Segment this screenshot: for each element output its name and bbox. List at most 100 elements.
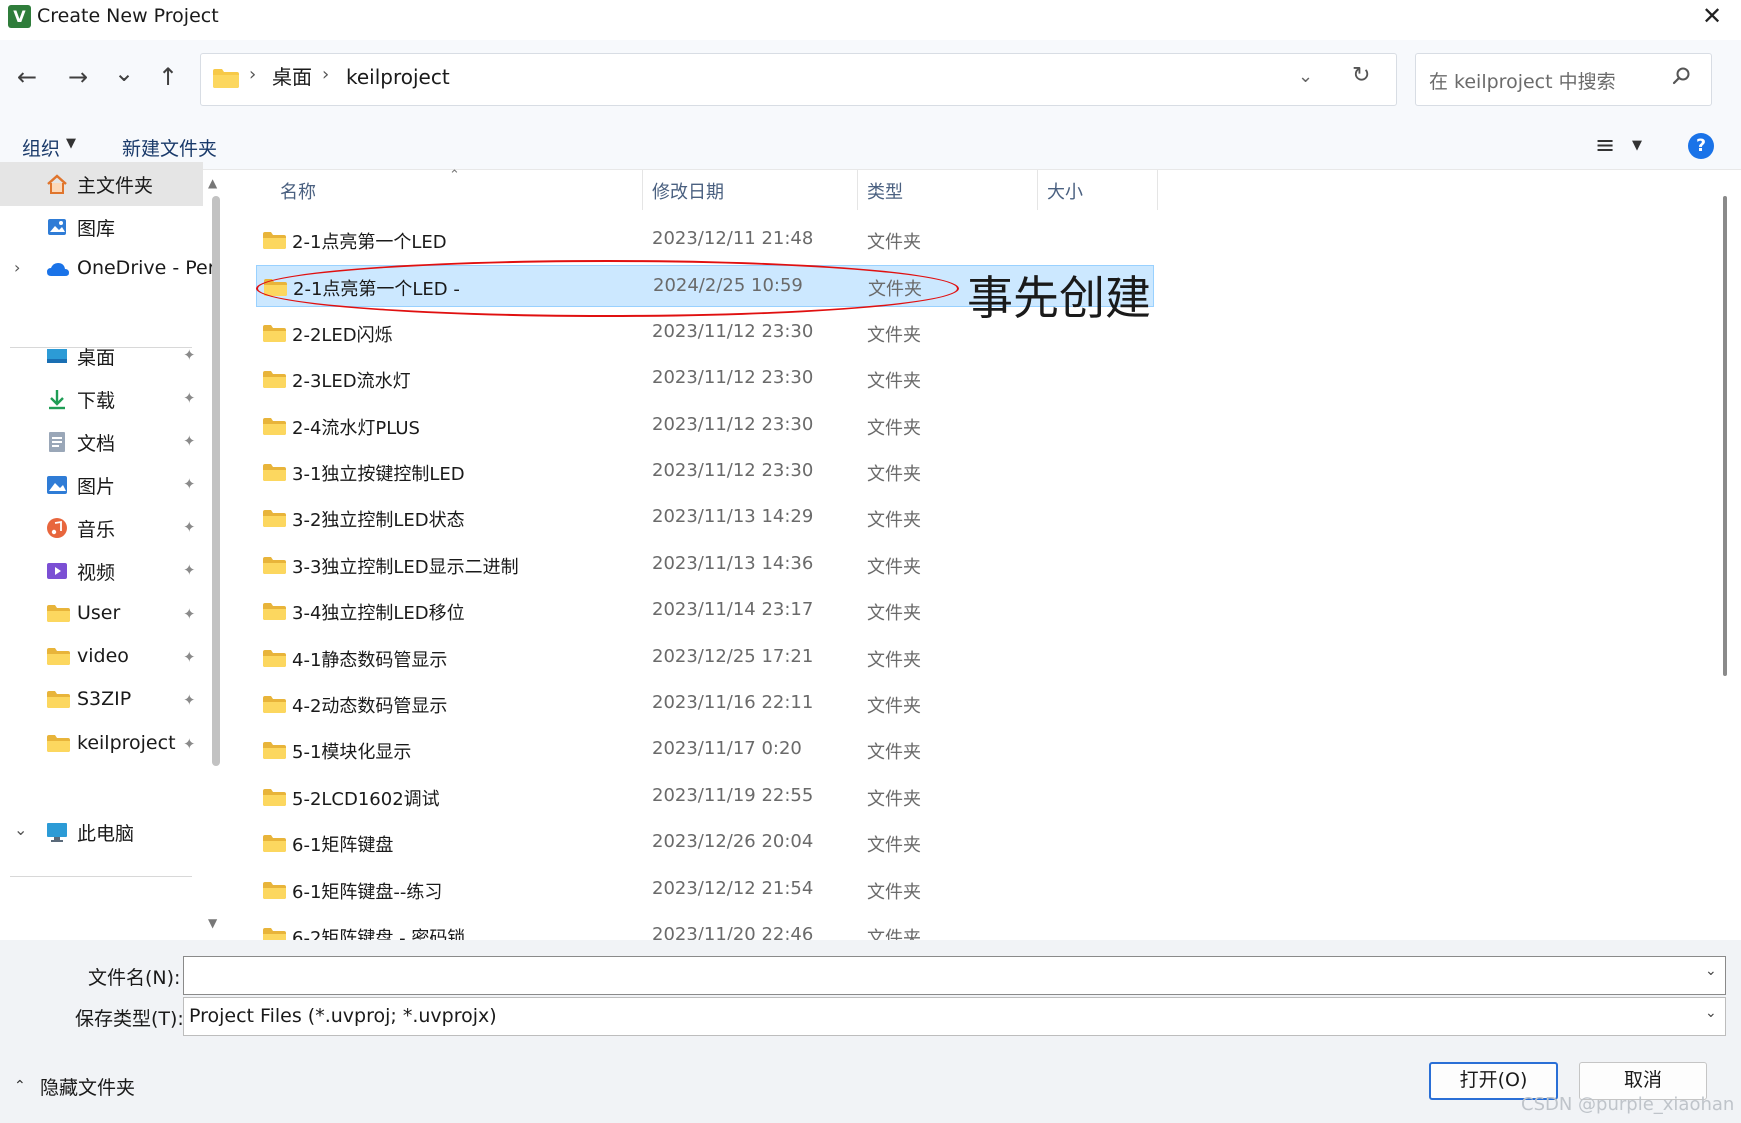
- help-icon[interactable]: ?: [1688, 133, 1714, 159]
- view-options-icon[interactable]: ≡: [1595, 131, 1615, 159]
- file-row[interactable]: 6-1矩阵键盘--练习 2023/12/12 21:54 文件夹: [256, 869, 1154, 911]
- sidebar-item[interactable]: keilproject ✦: [0, 723, 203, 767]
- file-type: 文件夹: [867, 881, 921, 903]
- chevron-right-icon[interactable]: ›: [14, 258, 20, 277]
- close-button[interactable]: ✕: [1692, 0, 1732, 32]
- filetype-value[interactable]: Project Files (*.uvproj; *.uvprojx): [189, 1005, 497, 1027]
- filename-input[interactable]: [183, 956, 1726, 995]
- sidebar-item[interactable]: User ✦: [0, 593, 203, 637]
- column-divider[interactable]: [1037, 170, 1038, 210]
- back-arrow-icon[interactable]: ←: [12, 62, 42, 92]
- sidebar-item-label: 图片: [77, 476, 116, 498]
- file-row[interactable]: 2-3LED流水灯 2023/11/12 23:30 文件夹: [256, 358, 1154, 400]
- folder-icon: [262, 602, 287, 621]
- caret-down-icon[interactable]: ▼: [1632, 138, 1642, 153]
- pin-icon[interactable]: ✦: [183, 561, 196, 579]
- caret-down-icon[interactable]: ▼: [66, 136, 76, 151]
- file-row[interactable]: 4-1静态数码管显示 2023/12/25 17:21 文件夹: [256, 637, 1154, 679]
- file-row[interactable]: 5-1模块化显示 2023/11/17 0:20 文件夹: [256, 729, 1154, 771]
- address-dropdown-icon[interactable]: ⌄: [1298, 66, 1313, 87]
- file-date: 2023/11/19 22:55: [652, 784, 814, 806]
- sidebar-item[interactable]: S3ZIP ✦: [0, 679, 203, 723]
- forward-arrow-icon[interactable]: →: [63, 62, 93, 92]
- file-row[interactable]: 3-1独立按键控制LED 2023/11/12 23:30 文件夹: [256, 451, 1154, 493]
- column-divider[interactable]: [1157, 170, 1158, 210]
- search-icon[interactable]: [1672, 66, 1692, 86]
- folder-icon: [46, 604, 70, 626]
- chevron-down-icon[interactable]: ⌄: [1705, 1005, 1717, 1021]
- column-header-size[interactable]: 大小: [1047, 178, 1083, 204]
- sidebar-item[interactable]: 图库: [0, 205, 203, 249]
- sidebar-item[interactable]: ⌄ 此电脑: [0, 810, 203, 854]
- column-header-date[interactable]: 修改日期: [652, 178, 724, 204]
- chevron-down-icon[interactable]: ⌄: [14, 820, 27, 839]
- scroll-up-arrow-icon[interactable]: ▲: [208, 176, 217, 190]
- file-row[interactable]: 3-2独立控制LED状态 2023/11/13 14:29 文件夹: [256, 497, 1154, 539]
- file-name: 3-3独立控制LED显示二进制: [292, 556, 519, 578]
- pin-icon[interactable]: ✦: [183, 605, 196, 623]
- sidebar-item-label: keilproject: [77, 732, 176, 754]
- pin-icon[interactable]: ✦: [183, 648, 196, 666]
- chevron-down-icon[interactable]: ⌄: [1705, 963, 1717, 979]
- sidebar-item-label: video: [77, 645, 129, 667]
- breadcrumb-keilproject[interactable]: keilproject: [346, 63, 450, 91]
- pin-icon[interactable]: ✦: [183, 346, 196, 364]
- breadcrumb-desktop[interactable]: 桌面: [272, 63, 312, 91]
- file-row[interactable]: 6-1矩阵键盘 2023/12/26 20:04 文件夹: [256, 822, 1154, 864]
- pin-icon[interactable]: ✦: [183, 432, 196, 450]
- sidebar-item[interactable]: 下载 ✦: [0, 377, 203, 421]
- sidebar-item[interactable]: › OneDrive - Per: [0, 248, 216, 292]
- file-date: 2023/11/12 23:30: [652, 460, 814, 481]
- folder-icon: [262, 695, 287, 714]
- cloud-icon: [46, 259, 69, 281]
- file-name: 2-2LED闪烁: [292, 324, 393, 346]
- file-date: 2023/11/13 14:29: [652, 506, 814, 528]
- sidebar-item[interactable]: 主文件夹: [0, 162, 203, 206]
- file-row[interactable]: 2-1点亮第一个LED 2023/12/11 21:48 文件夹: [256, 219, 1154, 261]
- sidebar-item[interactable]: 图片 ✦: [0, 463, 203, 507]
- sidebar-item[interactable]: 视频 ✦: [0, 549, 203, 593]
- pin-icon[interactable]: ✦: [183, 475, 196, 493]
- recent-locations-chevron-icon[interactable]: ⌄: [109, 58, 139, 88]
- refresh-icon[interactable]: ↻: [1352, 63, 1370, 88]
- column-divider[interactable]: [857, 170, 858, 210]
- pin-icon[interactable]: ✦: [183, 735, 196, 753]
- pin-icon[interactable]: ✦: [183, 389, 196, 407]
- file-row[interactable]: 3-4独立控制LED移位 2023/11/14 23:17 文件夹: [256, 590, 1154, 632]
- file-date: 2023/12/12 21:54: [652, 877, 814, 899]
- pin-icon[interactable]: ✦: [183, 518, 196, 536]
- file-type: 文件夹: [867, 510, 921, 532]
- file-type: 文件夹: [867, 742, 921, 764]
- file-row[interactable]: 4-2动态数码管显示 2023/11/16 22:11 文件夹: [256, 683, 1154, 725]
- filename-label: 文件名(N):: [88, 967, 181, 989]
- sidebar-scrollbar-thumb[interactable]: [212, 196, 220, 766]
- sidebar-item-label: 文档: [77, 433, 116, 455]
- sidebar-item[interactable]: video ✦: [0, 636, 203, 680]
- file-row[interactable]: 2-4流水灯PLUS 2023/11/12 23:30 文件夹: [256, 405, 1154, 447]
- file-row[interactable]: 3-3独立控制LED显示二进制 2023/11/13 14:36 文件夹: [256, 544, 1154, 586]
- folder-icon: [262, 881, 287, 900]
- folder-icon: [262, 509, 287, 528]
- sidebar-divider: [10, 347, 192, 348]
- pin-icon[interactable]: ✦: [183, 691, 196, 709]
- column-divider[interactable]: [642, 170, 643, 210]
- computer-icon: [46, 821, 68, 843]
- sidebar-divider: [10, 876, 192, 877]
- search-input[interactable]: 在 keilproject 中搜索: [1429, 67, 1616, 94]
- sidebar-item[interactable]: 桌面 ✦: [0, 334, 203, 378]
- new-folder-button[interactable]: 新建文件夹: [122, 134, 217, 161]
- file-row[interactable]: 5-2LCD1602调试 2023/11/19 22:55 文件夹: [256, 776, 1154, 818]
- chevron-up-icon[interactable]: ⌃: [14, 1078, 26, 1094]
- sidebar-item[interactable]: 音乐 ✦: [0, 506, 203, 550]
- file-list-scrollbar-thumb[interactable]: [1723, 196, 1727, 676]
- hide-folders-toggle[interactable]: 隐藏文件夹: [40, 1073, 135, 1100]
- column-header-name[interactable]: 名称: [280, 178, 316, 204]
- sidebar-item[interactable]: 文档 ✦: [0, 420, 203, 464]
- up-arrow-icon[interactable]: ↑: [153, 62, 183, 92]
- folder-icon: [262, 324, 287, 343]
- scroll-down-arrow-icon[interactable]: ▼: [208, 916, 217, 930]
- organize-menu-button[interactable]: 组织: [22, 134, 60, 161]
- column-header-type[interactable]: 类型: [867, 178, 903, 204]
- sidebar-item-label: 视频: [77, 562, 116, 584]
- document-icon: [46, 431, 68, 453]
